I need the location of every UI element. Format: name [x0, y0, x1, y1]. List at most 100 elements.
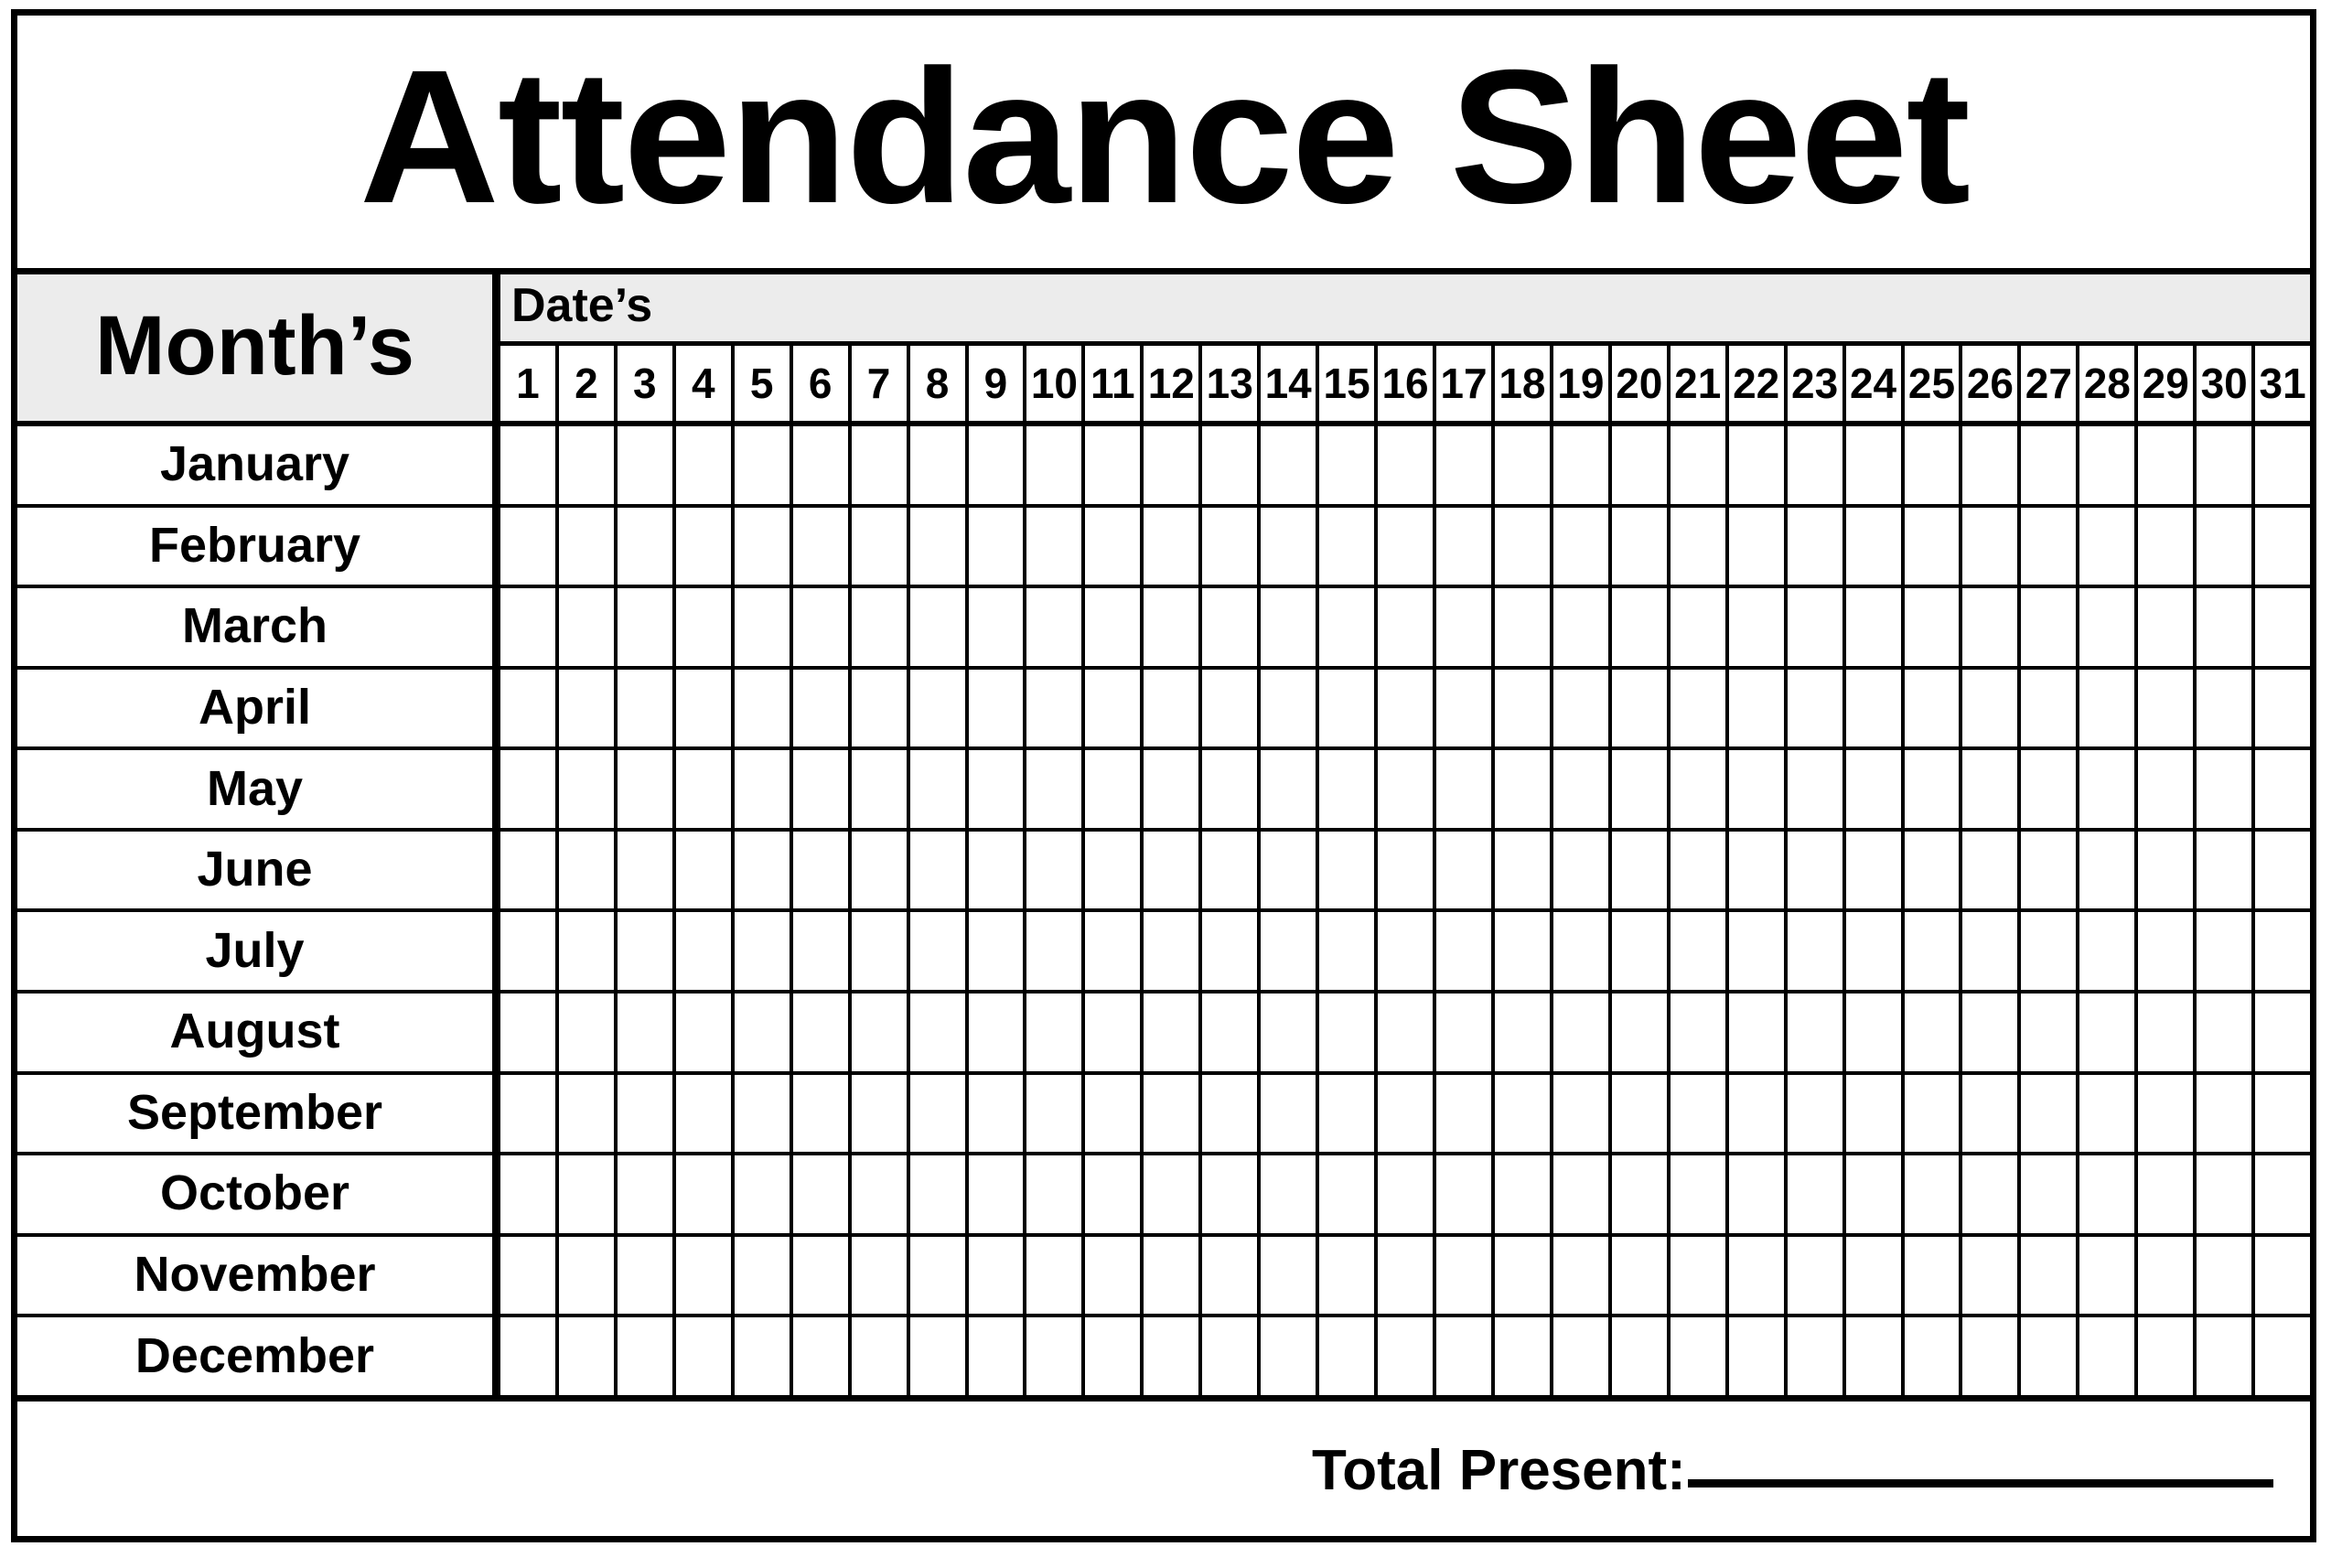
attendance-cell[interactable] — [558, 993, 618, 1071]
attendance-cell[interactable] — [2079, 1236, 2139, 1315]
attendance-cell[interactable] — [1728, 507, 1788, 585]
attendance-cell[interactable] — [792, 1155, 852, 1233]
attendance-cell[interactable] — [1085, 588, 1144, 666]
attendance-cell[interactable] — [1144, 1074, 1203, 1153]
attendance-cell[interactable] — [1670, 426, 1729, 504]
attendance-cell[interactable] — [1085, 750, 1144, 828]
attendance-cell[interactable] — [1202, 831, 1262, 909]
attendance-cell[interactable] — [2138, 1236, 2197, 1315]
attendance-cell[interactable] — [1494, 1074, 1553, 1153]
attendance-cell[interactable] — [1552, 426, 1612, 504]
attendance-cell[interactable] — [734, 1074, 793, 1153]
attendance-cell[interactable] — [1261, 912, 1320, 991]
attendance-cell[interactable] — [1845, 588, 1905, 666]
attendance-cell[interactable] — [1436, 507, 1495, 585]
attendance-cell[interactable] — [1026, 1074, 1086, 1153]
attendance-cell[interactable] — [2079, 426, 2139, 504]
attendance-cell[interactable] — [558, 426, 618, 504]
attendance-cell[interactable] — [734, 831, 793, 909]
attendance-cell[interactable] — [1319, 993, 1379, 1071]
attendance-cell[interactable] — [1670, 1074, 1729, 1153]
attendance-cell[interactable] — [1378, 912, 1436, 991]
attendance-cell[interactable] — [1494, 426, 1553, 504]
attendance-cell[interactable] — [968, 669, 1027, 747]
attendance-cell[interactable] — [1611, 669, 1671, 747]
attendance-cell[interactable] — [851, 1317, 910, 1395]
attendance-cell[interactable] — [1378, 426, 1436, 504]
attendance-cell[interactable] — [2255, 750, 2310, 828]
attendance-cell[interactable] — [2197, 1317, 2256, 1395]
attendance-cell[interactable] — [675, 993, 735, 1071]
attendance-cell[interactable] — [1494, 912, 1553, 991]
attendance-cell[interactable] — [909, 993, 969, 1071]
attendance-cell[interactable] — [792, 669, 852, 747]
attendance-cell[interactable] — [1378, 831, 1436, 909]
attendance-cell[interactable] — [1845, 1236, 1905, 1315]
attendance-cell[interactable] — [792, 1317, 852, 1395]
attendance-cell[interactable] — [734, 588, 793, 666]
attendance-cell[interactable] — [2138, 588, 2197, 666]
attendance-cell[interactable] — [500, 831, 559, 909]
attendance-cell[interactable] — [675, 507, 735, 585]
attendance-cell[interactable] — [734, 1155, 793, 1233]
attendance-cell[interactable] — [1144, 993, 1203, 1071]
attendance-cell[interactable] — [1962, 426, 2022, 504]
attendance-cell[interactable] — [1319, 507, 1379, 585]
attendance-cell[interactable] — [1202, 426, 1262, 504]
attendance-cell[interactable] — [1552, 669, 1612, 747]
attendance-cell[interactable] — [1787, 912, 1846, 991]
attendance-cell[interactable] — [1319, 426, 1379, 504]
attendance-cell[interactable] — [968, 912, 1027, 991]
attendance-cell[interactable] — [2079, 1074, 2139, 1153]
attendance-cell[interactable] — [500, 750, 559, 828]
attendance-cell[interactable] — [1787, 831, 1846, 909]
attendance-cell[interactable] — [1144, 831, 1203, 909]
attendance-cell[interactable] — [1670, 1236, 1729, 1315]
attendance-cell[interactable] — [1378, 1155, 1436, 1233]
attendance-cell[interactable] — [1202, 1317, 1262, 1395]
attendance-cell[interactable] — [1787, 588, 1846, 666]
attendance-cell[interactable] — [2255, 588, 2310, 666]
attendance-cell[interactable] — [675, 750, 735, 828]
attendance-cell[interactable] — [1611, 1074, 1671, 1153]
attendance-cell[interactable] — [1904, 750, 1963, 828]
attendance-cell[interactable] — [617, 1074, 676, 1153]
attendance-cell[interactable] — [1787, 1155, 1846, 1233]
attendance-cell[interactable] — [734, 1236, 793, 1315]
attendance-cell[interactable] — [1670, 1317, 1729, 1395]
attendance-cell[interactable] — [1611, 831, 1671, 909]
attendance-cell[interactable] — [1845, 1074, 1905, 1153]
attendance-cell[interactable] — [1962, 750, 2022, 828]
attendance-cell[interactable] — [1552, 750, 1612, 828]
attendance-cell[interactable] — [1787, 507, 1846, 585]
attendance-cell[interactable] — [1728, 750, 1788, 828]
attendance-cell[interactable] — [968, 1155, 1027, 1233]
attendance-cell[interactable] — [792, 1074, 852, 1153]
attendance-cell[interactable] — [2197, 669, 2256, 747]
attendance-cell[interactable] — [1144, 426, 1203, 504]
attendance-cell[interactable] — [1552, 1236, 1612, 1315]
attendance-cell[interactable] — [1962, 588, 2022, 666]
attendance-cell[interactable] — [1962, 1155, 2022, 1233]
attendance-cell[interactable] — [1962, 1236, 2022, 1315]
attendance-cell[interactable] — [2255, 507, 2310, 585]
attendance-cell[interactable] — [1552, 1155, 1612, 1233]
attendance-cell[interactable] — [1670, 1155, 1729, 1233]
attendance-cell[interactable] — [1085, 831, 1144, 909]
attendance-cell[interactable] — [500, 993, 559, 1071]
attendance-cell[interactable] — [1904, 831, 1963, 909]
attendance-cell[interactable] — [2021, 1236, 2080, 1315]
attendance-cell[interactable] — [1904, 669, 1963, 747]
attendance-cell[interactable] — [1552, 1317, 1612, 1395]
attendance-cell[interactable] — [1728, 912, 1788, 991]
attendance-cell[interactable] — [558, 1317, 618, 1395]
attendance-cell[interactable] — [1436, 993, 1495, 1071]
attendance-cell[interactable] — [2138, 912, 2197, 991]
attendance-cell[interactable] — [1494, 507, 1553, 585]
attendance-cell[interactable] — [1085, 507, 1144, 585]
attendance-cell[interactable] — [1611, 1317, 1671, 1395]
attendance-cell[interactable] — [1202, 993, 1262, 1071]
attendance-cell[interactable] — [1436, 1236, 1495, 1315]
attendance-cell[interactable] — [1494, 1155, 1553, 1233]
attendance-cell[interactable] — [617, 831, 676, 909]
